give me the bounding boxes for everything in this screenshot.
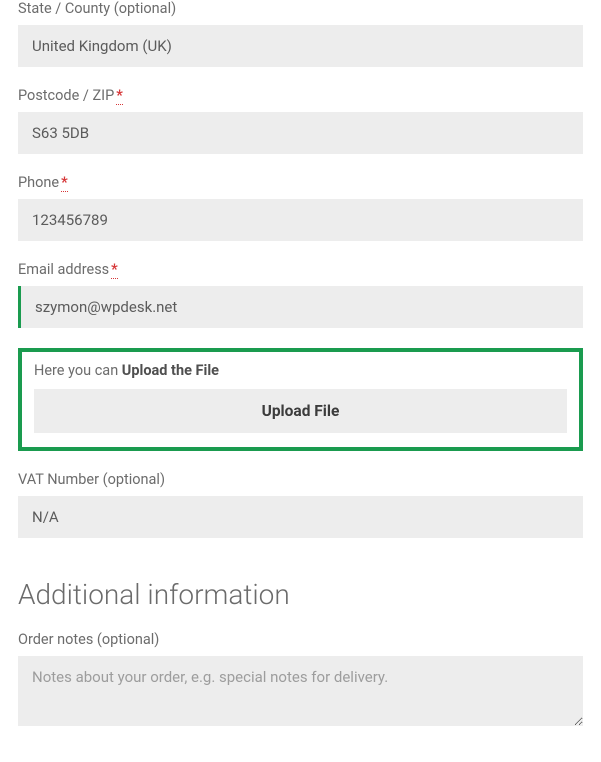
order-notes-textarea[interactable] <box>18 656 583 726</box>
order-notes-label: Order notes (optional) <box>18 631 583 648</box>
upload-hint-bold: Upload the File <box>122 362 219 379</box>
vat-row: VAT Number (optional) <box>18 471 583 538</box>
email-input[interactable] <box>21 286 583 328</box>
additional-info-heading: Additional information <box>18 578 583 611</box>
phone-input[interactable] <box>18 199 583 241</box>
required-icon: * <box>116 87 123 105</box>
email-label: Email address* <box>18 261 583 278</box>
upload-hint-prefix: Here you can <box>34 362 122 379</box>
vat-label: VAT Number (optional) <box>18 471 583 488</box>
email-input-wrap <box>18 286 583 328</box>
state-county-input[interactable] <box>18 25 583 67</box>
postcode-label-text: Postcode / ZIP <box>18 87 114 104</box>
phone-label-text: Phone <box>18 174 59 191</box>
upload-box: Here you can Upload the File Upload File <box>18 348 583 451</box>
postcode-input[interactable] <box>18 112 583 154</box>
phone-row: Phone* <box>18 174 583 241</box>
order-notes-row: Order notes (optional) <box>18 631 583 730</box>
upload-file-button[interactable]: Upload File <box>34 389 567 433</box>
upload-hint: Here you can Upload the File <box>34 362 567 379</box>
state-county-row: State / County (optional) <box>18 0 583 67</box>
postcode-row: Postcode / ZIP* <box>18 87 583 154</box>
vat-input[interactable] <box>18 496 583 538</box>
email-row: Email address* <box>18 261 583 328</box>
required-icon: * <box>111 261 118 279</box>
email-label-text: Email address <box>18 261 109 278</box>
required-icon: * <box>61 174 68 192</box>
postcode-label: Postcode / ZIP* <box>18 87 583 104</box>
phone-label: Phone* <box>18 174 583 191</box>
state-county-label: State / County (optional) <box>18 0 583 17</box>
